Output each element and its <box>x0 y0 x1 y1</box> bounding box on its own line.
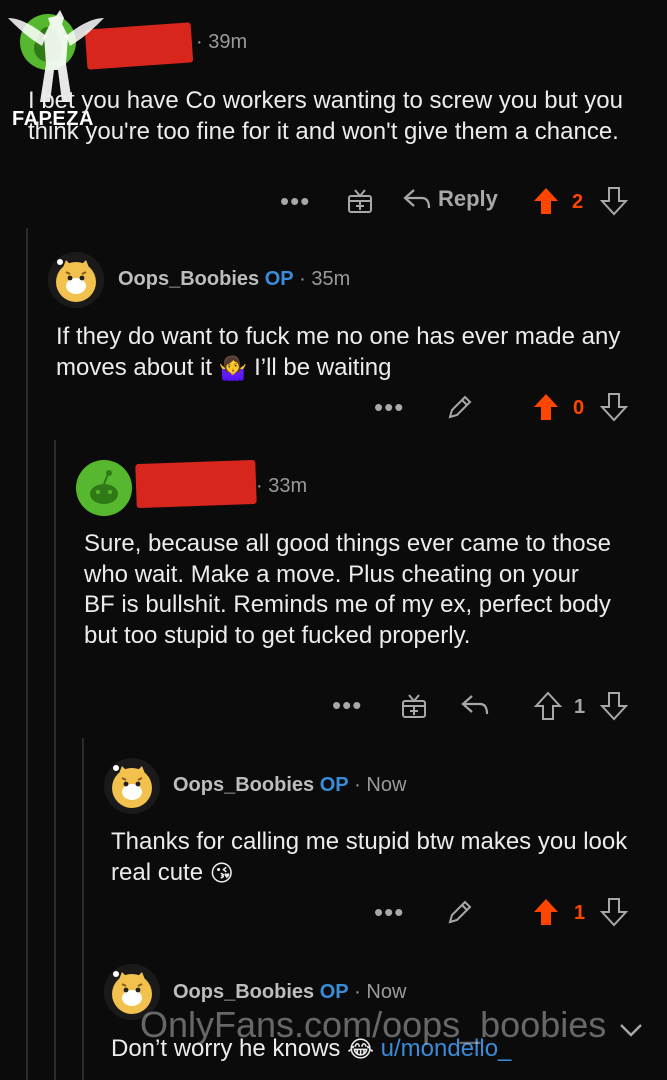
thread-line-level-2 <box>54 440 56 1080</box>
comment-meta: Oops_Boobies OP · Now <box>173 981 407 1003</box>
username[interactable]: Oops_Boobies <box>173 774 314 796</box>
watermark-site-text: OnlyFans.com/oops_boobies <box>140 1004 607 1045</box>
shrug-emoji: 🤷‍♀️ <box>218 354 248 381</box>
reply-button[interactable]: Reply <box>402 186 498 212</box>
comment-meta: · 39m <box>196 31 248 53</box>
comment-time: 35m <box>311 268 351 290</box>
kiss-emoji: 😘 <box>209 859 234 886</box>
downvote-icon[interactable] <box>600 897 628 927</box>
op-badge: OP <box>319 774 349 796</box>
vote-count: 2 <box>572 191 584 213</box>
reply-icon <box>403 189 431 209</box>
comment-time: 39m <box>208 31 248 53</box>
more-options-button[interactable]: ••• <box>332 690 362 721</box>
comment-text: I’ll be waiting <box>254 353 392 381</box>
reply-icon[interactable] <box>460 692 490 718</box>
comment-time: Now <box>366 981 407 1003</box>
edit-icon[interactable] <box>446 898 474 926</box>
upvote-icon[interactable] <box>532 392 560 422</box>
more-options-button[interactable]: ••• <box>374 897 404 928</box>
username[interactable]: Oops_Boobies <box>173 981 314 1003</box>
downvote-icon[interactable] <box>600 691 628 721</box>
avatar[interactable] <box>76 460 132 516</box>
award-icon[interactable] <box>400 692 428 720</box>
upvote-icon[interactable] <box>532 897 560 927</box>
avatar[interactable] <box>104 758 160 814</box>
comment-text: Thanks for calling me stupid btw makes y… <box>111 828 628 886</box>
more-options-button[interactable]: ••• <box>280 186 310 217</box>
edit-icon[interactable] <box>446 393 474 421</box>
downvote-icon[interactable] <box>600 392 628 422</box>
op-badge: OP <box>264 268 294 290</box>
thread-line-level-1 <box>26 228 28 1080</box>
comment-meta: Oops_Boobies OP · Now <box>173 774 407 796</box>
redacted-username <box>135 459 257 509</box>
upvote-icon[interactable] <box>532 186 560 216</box>
comment-body: If they do want to fuck me no one has ev… <box>56 322 646 383</box>
thread-line-level-3 <box>82 738 84 1080</box>
reply-label: Reply <box>438 186 498 211</box>
comment-body: Sure, because all good things ever came … <box>84 530 611 649</box>
award-icon[interactable] <box>346 187 374 215</box>
comment-meta: · 33m <box>256 475 308 497</box>
upvote-icon[interactable] <box>534 691 562 721</box>
chevron-down-icon[interactable] <box>616 1018 646 1044</box>
op-badge: OP <box>319 981 349 1003</box>
vote-count: 1 <box>574 696 586 718</box>
comment-body: I bet you have Co workers wanting to scr… <box>28 87 623 145</box>
avatar[interactable] <box>48 252 104 308</box>
vote-count: 0 <box>573 397 585 419</box>
comment-time: 33m <box>268 475 308 497</box>
comment-meta: Oops_Boobies OP · 35m <box>118 268 351 290</box>
more-options-button[interactable]: ••• <box>374 392 404 423</box>
vote-count: 1 <box>574 902 586 924</box>
comment-body: Thanks for calling me stupid btw makes y… <box>111 827 631 888</box>
comment-time: Now <box>366 774 407 796</box>
username[interactable]: Oops_Boobies <box>118 268 259 290</box>
downvote-icon[interactable] <box>600 186 628 216</box>
